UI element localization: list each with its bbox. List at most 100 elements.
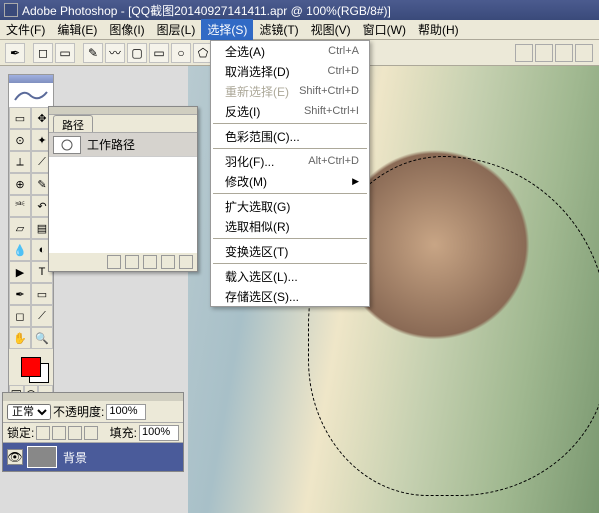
dropdown-item-label: 载入选区(L)... (225, 268, 298, 285)
shortcut-text: Shift+Ctrl+I (304, 105, 359, 117)
delete-path-icon[interactable] (179, 255, 193, 269)
window-titlebar: Adobe Photoshop - [QQ截图20140927141411.ap… (0, 0, 599, 20)
blend-mode-select[interactable]: 正常 (7, 404, 51, 420)
pen-mode-icon[interactable]: ✒ (5, 43, 25, 63)
dropdown-item-label: 变换选区(T) (225, 243, 288, 260)
fill-value[interactable]: 100% (139, 425, 179, 441)
dropdown-item-label: 重新选择(E) (225, 83, 289, 100)
foreground-color[interactable] (21, 357, 41, 377)
shape-tool-icon[interactable]: ▭ (31, 283, 53, 305)
blur-tool-icon[interactable]: 💧 (9, 239, 31, 261)
layer-name: 背景 (63, 449, 87, 466)
submenu-arrow-icon: ▶ (352, 176, 359, 187)
opacity-value[interactable]: 100% (106, 404, 146, 420)
palette-btn-3[interactable] (555, 44, 573, 62)
dropdown-item-label: 修改(M) (225, 173, 267, 190)
fill-path-icon[interactable] (107, 255, 121, 269)
marquee-tool-icon[interactable]: ▭ (9, 107, 31, 129)
layers-panel: 正常 不透明度: 100% 锁定: 填充: 100% 👁 背景 (2, 392, 184, 472)
menu-item[interactable]: 窗口(W) (357, 19, 412, 40)
menu-separator (213, 238, 367, 239)
palette-btn-4[interactable] (575, 44, 593, 62)
eraser-tool-icon[interactable]: ▱ (9, 217, 31, 239)
select-menu-dropdown[interactable]: 全选(A)Ctrl+A取消选择(D)Ctrl+D 重新选择(E) Shift+Ctr… (210, 40, 370, 307)
panel-grip[interactable] (49, 107, 197, 115)
stamp-tool-icon[interactable]: ⎃ (9, 195, 31, 217)
heal-tool-icon[interactable]: ⊕ (9, 173, 31, 195)
dropdown-item-label: 全选(A) (225, 43, 265, 60)
dropdown-item[interactable]: 修改(M) ▶ (211, 171, 369, 191)
dropdown-item-label: 存储选区(S)... (225, 288, 299, 305)
crop-tool-icon[interactable]: ⟂ (9, 151, 31, 173)
dropdown-item[interactable]: 反选(I) Shift+Ctrl+I (211, 101, 369, 121)
paths-footer (49, 253, 197, 271)
palette-btn-1[interactable] (515, 44, 533, 62)
dropdown-item[interactable]: 载入选区(L)... (211, 266, 369, 286)
menu-item[interactable]: 文件(F) (0, 19, 51, 40)
toolbox-grip[interactable] (9, 75, 53, 83)
app-icon (4, 3, 18, 17)
dropdown-item-label: 取消选择(D) (225, 63, 290, 80)
dropdown-item[interactable]: 选取相似(R) (211, 216, 369, 236)
dropdown-item[interactable]: 扩大选取(G) (211, 196, 369, 216)
palette-btn-2[interactable] (535, 44, 553, 62)
menu-item[interactable]: 图层(L) (151, 19, 202, 40)
menu-item[interactable]: 图像(I) (103, 19, 150, 40)
path-select-icon[interactable]: ▶ (9, 261, 31, 283)
dropdown-item[interactable]: 变换选区(T) (211, 241, 369, 261)
rect-shape-icon[interactable]: ▢ (127, 43, 147, 63)
pen-tool-icon[interactable]: ✎ (83, 43, 103, 63)
path-item[interactable]: 工作路径 (49, 133, 197, 157)
dropdown-item-label: 反选(I) (225, 103, 260, 120)
visibility-eye-icon[interactable]: 👁 (7, 449, 23, 465)
pen-tool-icon[interactable]: ✒ (9, 283, 31, 305)
lock-all-icon[interactable] (84, 426, 98, 440)
rounded-rect-icon[interactable]: ▭ (149, 43, 169, 63)
path-item-label: 工作路径 (87, 136, 135, 153)
window-title: Adobe Photoshop - [QQ截图20140927141411.ap… (22, 2, 391, 19)
lock-pixels-icon[interactable] (52, 426, 66, 440)
lock-position-icon[interactable] (68, 426, 82, 440)
opacity-label: 不透明度: (53, 403, 104, 420)
menu-separator (213, 193, 367, 194)
dropdown-item: 重新选择(E) Shift+Ctrl+D (211, 81, 369, 101)
lasso-tool-icon[interactable]: ⊙ (9, 129, 31, 151)
dropdown-item-label: 选取相似(R) (225, 218, 290, 235)
ellipse-shape-icon[interactable]: ○ (171, 43, 191, 63)
stroke-path-icon[interactable] (125, 255, 139, 269)
toolbox-logo (9, 83, 53, 107)
menu-item[interactable]: 帮助(H) (412, 19, 465, 40)
path-thumb-icon (53, 136, 81, 154)
color-swatches[interactable] (9, 349, 53, 385)
layer-row[interactable]: 👁 背景 (3, 443, 183, 471)
menu-item[interactable]: 选择(S) (201, 19, 253, 40)
lock-label: 锁定: (7, 424, 34, 441)
notes-tool-icon[interactable]: ◻ (9, 305, 31, 327)
lock-transparent-icon[interactable] (36, 426, 50, 440)
new-path-icon[interactable] (161, 255, 175, 269)
layer-thumb (27, 446, 57, 468)
paths-panel: 路径 工作路径 (48, 106, 198, 272)
dropdown-item[interactable]: 色彩范围(C)... (211, 126, 369, 146)
load-selection-icon[interactable] (143, 255, 157, 269)
shape-mode-icon[interactable]: ▭ (55, 43, 75, 63)
shortcut-text: Shift+Ctrl+D (299, 85, 359, 97)
hand-tool-icon[interactable]: ✋ (9, 327, 31, 349)
menu-item[interactable]: 滤镜(T) (253, 19, 304, 40)
paths-mode-icon[interactable]: ◻ (33, 43, 53, 63)
dropdown-item-label: 羽化(F)... (225, 153, 274, 170)
panel-grip[interactable] (3, 393, 183, 401)
menu-item[interactable]: 编辑(E) (51, 19, 103, 40)
menu-item[interactable]: 视图(V) (305, 19, 357, 40)
dropdown-item[interactable]: 羽化(F)...Alt+Ctrl+D (211, 151, 369, 171)
dropdown-item[interactable]: 全选(A)Ctrl+A (211, 41, 369, 61)
paths-tab[interactable]: 路径 (53, 115, 93, 132)
menu-separator (213, 123, 367, 124)
dropdown-item[interactable]: 存储选区(S)... (211, 286, 369, 306)
freeform-pen-icon[interactable]: 〰 (105, 43, 125, 63)
dropdown-item[interactable]: 取消选择(D)Ctrl+D (211, 61, 369, 81)
zoom-tool-icon[interactable]: 🔍 (31, 327, 53, 349)
menu-separator (213, 148, 367, 149)
eyedropper-icon[interactable]: ⟋ (31, 305, 53, 327)
menubar[interactable]: 文件(F)编辑(E)图像(I)图层(L)选择(S)滤镜(T)视图(V)窗口(W)… (0, 20, 599, 40)
